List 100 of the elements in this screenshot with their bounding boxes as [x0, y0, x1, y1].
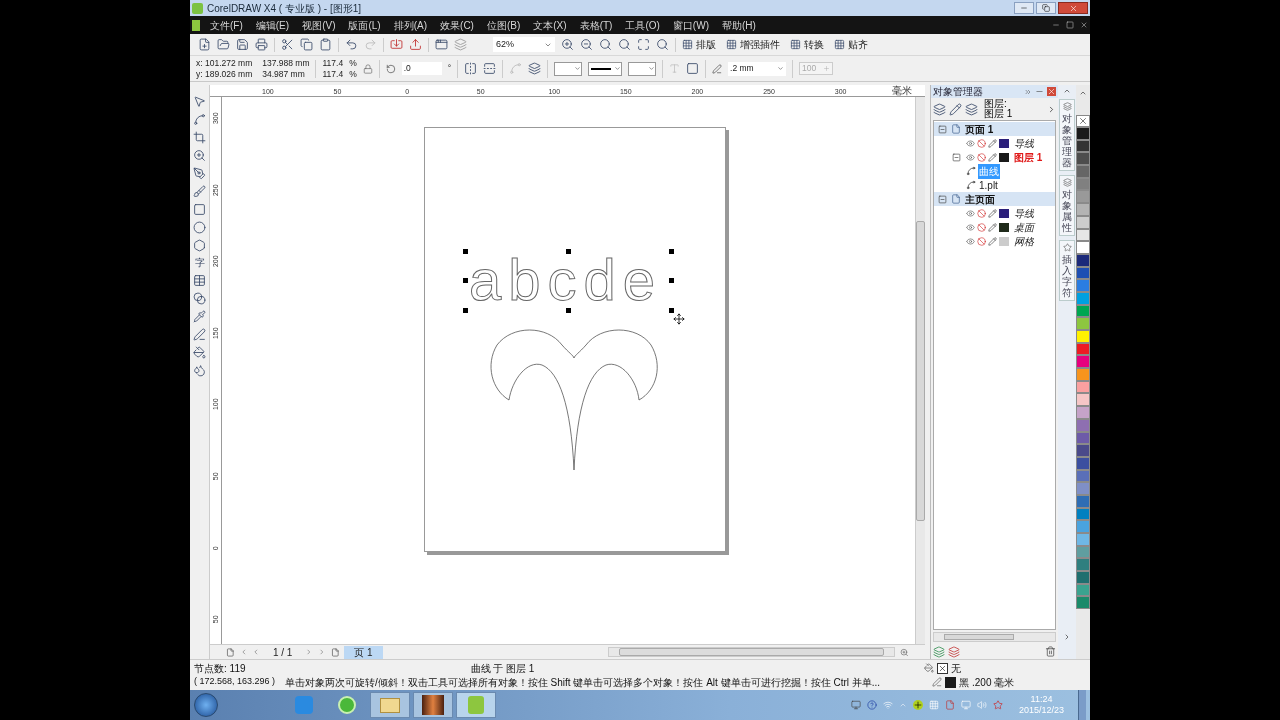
undo-icon[interactable]: [345, 38, 358, 51]
palette-swatch[interactable]: [1076, 482, 1090, 495]
palette-swatch[interactable]: [1076, 330, 1090, 343]
docker-tab[interactable]: 插入字符: [1059, 240, 1075, 301]
pencil-icon[interactable]: [988, 152, 997, 162]
eye-icon[interactable]: [966, 138, 975, 148]
zoom-dropdown[interactable]: 62%: [493, 37, 555, 52]
eyedropper-tool-icon[interactable]: [193, 310, 206, 323]
zoom-icon[interactable]: [900, 647, 909, 657]
ellipse-tool-icon[interactable]: [193, 221, 206, 234]
no-color-swatch[interactable]: [1076, 115, 1090, 127]
palette-swatch[interactable]: [1076, 596, 1090, 610]
layer-row[interactable]: 网格: [934, 234, 1055, 248]
launcher-icon[interactable]: [435, 38, 448, 51]
scale-y-field[interactable]: 117.4: [322, 68, 344, 80]
menu-item[interactable]: 文件(F): [210, 17, 243, 33]
collapse-icon[interactable]: [938, 194, 947, 204]
palette-swatch[interactable]: [1076, 355, 1090, 369]
docker-tab[interactable]: 对象管理器: [1059, 99, 1075, 171]
menu-item[interactable]: 窗口(W): [672, 17, 709, 33]
eye-icon[interactable]: [966, 152, 975, 162]
rotate-icon[interactable]: [385, 63, 396, 74]
restore-icon[interactable]: [1066, 21, 1074, 29]
palette-swatch[interactable]: [1076, 127, 1090, 140]
line-style-dropdown[interactable]: [588, 61, 623, 76]
collapse-docker-icon[interactable]: [1024, 87, 1032, 96]
printer-icon[interactable]: [255, 38, 268, 51]
palette-swatch[interactable]: [1076, 241, 1090, 254]
copy-icon[interactable]: [300, 38, 313, 51]
start-button[interactable]: [194, 693, 218, 717]
selection-handle[interactable]: [463, 308, 468, 313]
speaker-icon[interactable]: [976, 700, 987, 710]
add-page-icon[interactable]: [330, 647, 340, 657]
close-button[interactable]: [1058, 2, 1088, 14]
palette-swatch[interactable]: [1076, 444, 1090, 457]
outline-width-dropdown[interactable]: .2 mm: [728, 61, 787, 76]
palette-swatch[interactable]: [1076, 152, 1090, 166]
scale-x-field[interactable]: 117.4: [322, 57, 344, 69]
rectangle-tool-icon[interactable]: [193, 203, 206, 216]
mirror-vertical-icon[interactable]: [483, 62, 497, 75]
outline-tool-icon[interactable]: [193, 328, 206, 341]
palette-swatch[interactable]: [1076, 533, 1090, 546]
open-folder-icon[interactable]: [217, 38, 230, 51]
nodes-icon[interactable]: [509, 62, 523, 75]
file-icon[interactable]: [944, 700, 955, 710]
layer-row[interactable]: 导线: [934, 206, 1055, 220]
pencil-icon[interactable]: [988, 222, 997, 232]
text-tool[interactable]: 字: [194, 257, 205, 269]
x-position-field[interactable]: x: 101.272 mm: [196, 57, 253, 69]
zoom-tool-icon[interactable]: [193, 149, 206, 162]
palette-swatch[interactable]: [1076, 571, 1090, 584]
layer-row[interactable]: 导线: [934, 136, 1055, 150]
palette-swatch[interactable]: [1076, 520, 1090, 533]
vertical-scrollbar[interactable]: [915, 97, 925, 644]
polygon-tool-icon[interactable]: [193, 239, 206, 252]
restore-button[interactable]: [1036, 2, 1056, 14]
toolbar-button[interactable]: 贴齐: [834, 37, 868, 52]
fill-tool-icon[interactable]: [193, 346, 206, 359]
minimize-button[interactable]: [1014, 2, 1034, 14]
taskbar-app-icon[interactable]: [413, 692, 453, 718]
menu-item[interactable]: 工具(O): [625, 17, 660, 33]
palette-swatch[interactable]: [1076, 190, 1090, 204]
menu-item[interactable]: 版面(L): [348, 17, 381, 33]
lock-ratio-icon[interactable]: [362, 63, 373, 74]
menu-item[interactable]: 文本(X): [533, 17, 567, 33]
show-desktop-button[interactable]: [1078, 690, 1086, 720]
export-icon[interactable]: [409, 38, 422, 51]
menu-item[interactable]: 排列(A): [393, 17, 428, 33]
layer-row[interactable]: 桌面: [934, 220, 1055, 234]
crop-tool-icon[interactable]: [193, 131, 206, 144]
width-field[interactable]: 137.988 mm: [262, 57, 310, 69]
no-print-icon[interactable]: [977, 236, 986, 246]
brush-tool-icon[interactable]: [193, 185, 206, 198]
start-arrow-dropdown[interactable]: [554, 61, 583, 76]
selection-handle[interactable]: [669, 249, 674, 254]
eye-icon[interactable]: [966, 222, 975, 232]
toolbar-button[interactable]: 转换: [790, 37, 824, 52]
pencil-icon[interactable]: [988, 236, 997, 246]
toolbar-button[interactable]: 增强插件: [726, 37, 780, 52]
no-print-icon[interactable]: [977, 208, 986, 218]
pointer-tool-icon[interactable]: [193, 95, 206, 108]
new-master-layer-icon[interactable]: [948, 645, 960, 658]
first-page-icon[interactable]: [239, 648, 248, 656]
monitor-icon[interactable]: [960, 700, 971, 710]
add-icon[interactable]: [912, 700, 923, 710]
collapse-icon[interactable]: [952, 152, 961, 162]
zoom-width-icon[interactable]: [656, 38, 669, 51]
pencil-icon[interactable]: [988, 208, 997, 218]
close-icon[interactable]: [1080, 21, 1088, 29]
save-icon[interactable]: [236, 38, 249, 51]
add-page-icon[interactable]: [226, 647, 235, 657]
page-row[interactable]: 主页面: [934, 192, 1055, 206]
table-tool-icon[interactable]: [193, 274, 206, 287]
previous-page-icon[interactable]: [252, 648, 260, 656]
menu-item[interactable]: 帮助(H): [721, 17, 756, 33]
rotation-field[interactable]: .0: [401, 62, 442, 75]
selection-handle[interactable]: [566, 249, 571, 254]
paste-icon[interactable]: [319, 38, 332, 51]
network-icon[interactable]: [882, 700, 893, 710]
cut-icon[interactable]: [281, 38, 294, 51]
